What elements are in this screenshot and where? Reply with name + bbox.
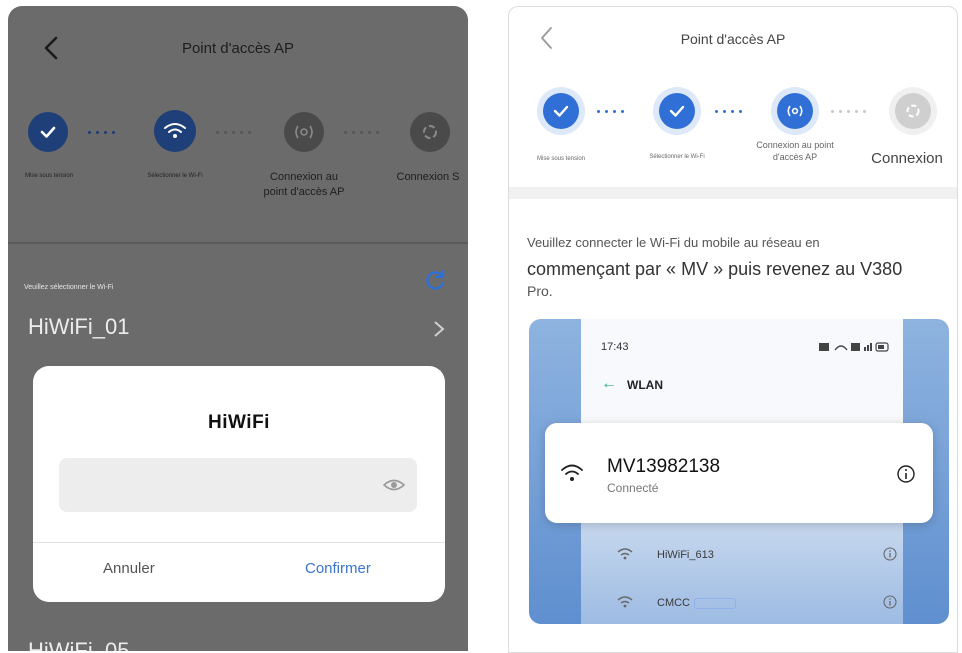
wifi-icon: [617, 596, 633, 608]
status-bar-icons: [819, 342, 889, 352]
chevron-right-icon: [434, 321, 445, 337]
confirm-button[interactable]: Confirmer: [305, 560, 371, 577]
section-divider: [509, 187, 957, 199]
page-title: Point d'accès AP: [181, 40, 295, 57]
wifi-icon: [164, 123, 186, 138]
step-2-circle: [653, 87, 701, 135]
connection-status: Connecté: [607, 481, 659, 495]
info-icon: [883, 547, 897, 561]
instruction-line-1: Veuillez connecter le Wi-Fi du mobile au…: [527, 235, 820, 250]
step-4-label: Connexion S: [396, 171, 460, 183]
step-3-label: Connexion au point d'accès AP: [263, 171, 345, 198]
hotspot-icon: [295, 125, 313, 139]
wifi-list-item[interactable]: HiWiFi_01: [8, 302, 468, 358]
wifi-name-text: CMCC: [657, 597, 690, 609]
wifi-list-item[interactable]: HiWiFi_05: [8, 624, 468, 651]
step-4-circle: [889, 87, 937, 135]
connected-network-card: MV13982138 Connecté: [545, 423, 933, 523]
status-icons: [819, 341, 889, 355]
info-icon: [883, 595, 897, 609]
link-icon: [423, 125, 437, 139]
step-4-label: Connexion: [871, 150, 943, 167]
step-1-label: Mise sous tension: [536, 156, 586, 162]
right-phone-screen: Point d'accès AP Mise sous tension Sélec…: [508, 6, 958, 653]
check-icon: [553, 105, 569, 117]
step-connector: [831, 109, 866, 113]
step-connector: [715, 109, 742, 113]
step-2-circle: [154, 110, 196, 152]
step-3-circle: [284, 112, 324, 152]
dialog-title: HiWiFi: [208, 412, 270, 433]
step-connector: [216, 130, 251, 134]
step-connector: [88, 130, 115, 134]
step-4-circle: [410, 112, 450, 152]
wifi-name: CMCC: [657, 597, 736, 609]
section-divider: [8, 242, 468, 244]
check-icon: [669, 105, 685, 117]
step-3-circle: [771, 87, 819, 135]
step-1-circle: [28, 112, 68, 152]
password-field[interactable]: [59, 458, 417, 512]
cancel-button[interactable]: Annuler: [103, 560, 155, 577]
status-time: 17:43: [601, 341, 629, 353]
network-badge: [694, 597, 736, 609]
connected-ssid: MV13982138: [607, 456, 721, 477]
wifi-icon: [617, 548, 633, 560]
wifi-name: HiWiFi_01: [28, 314, 130, 339]
back-arrow-icon: ←: [601, 375, 617, 392]
instruction-line-3: Pro.: [527, 283, 553, 299]
instruction-line-2: commençant par « MV » puis revenez au V3…: [527, 259, 903, 279]
refresh-icon[interactable]: [422, 268, 448, 294]
step-1-label: Mise sous tension: [24, 173, 74, 179]
wifi-password-dialog: HiWiFi Annuler Confirmer: [33, 366, 445, 602]
hotspot-icon: [787, 105, 803, 117]
list-item: HiWiFi_613: [617, 545, 897, 569]
check-icon: [40, 126, 56, 138]
step-2-label: Sélectionner le Wi-Fi: [649, 154, 705, 160]
step-2-label: Sélectionner le Wi-Fi: [147, 173, 203, 179]
page-title: Point d'accès AP: [680, 31, 786, 47]
info-icon: [897, 465, 915, 483]
dialog-divider: [33, 542, 445, 543]
wlan-title: WLAN: [627, 378, 663, 392]
step-3-label: Connexion au point d'accès AP: [756, 140, 834, 163]
step-connector: [597, 109, 624, 113]
wifi-name: HiWiFi_05: [28, 638, 130, 651]
left-phone-screen: Point d'accès AP Mise sous tension Sélec…: [8, 6, 468, 651]
step-1-circle: [537, 87, 585, 135]
wifi-name: HiWiFi_613: [657, 549, 714, 561]
eye-icon[interactable]: [383, 476, 405, 494]
list-item: CMCC: [617, 593, 897, 617]
link-icon: [906, 104, 920, 118]
wifi-select-hint: Veuillez sélectionner le Wi-Fi: [24, 284, 114, 291]
wifi-icon: [561, 464, 583, 481]
step-connector: [344, 130, 379, 134]
